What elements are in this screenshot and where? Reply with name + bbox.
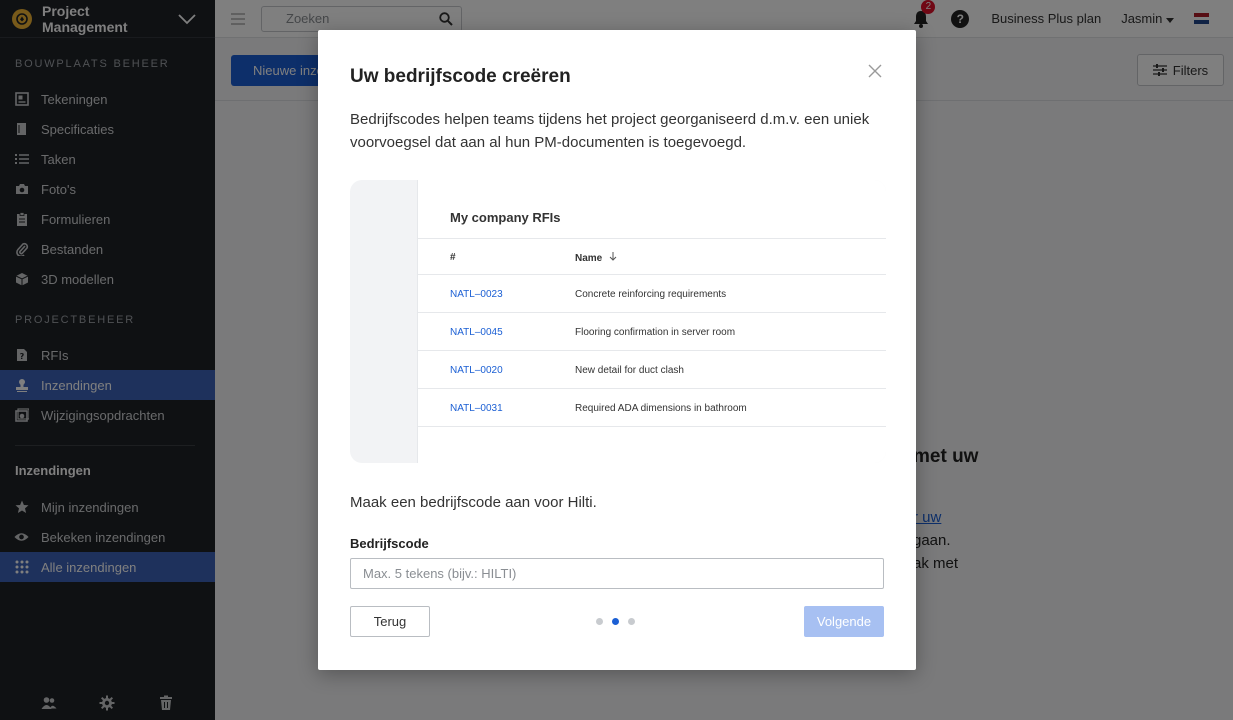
step-dot <box>628 618 635 625</box>
rfi-code: NATL–0031 <box>450 403 503 414</box>
rfi-name: New detail for duct clash <box>575 365 684 376</box>
back-button[interactable]: Terug <box>350 606 430 637</box>
next-button[interactable]: Volgende <box>804 606 884 637</box>
arrow-down-icon <box>609 252 617 261</box>
modal-prompt: Maak een bedrijfscode aan voor Hilti. <box>350 494 597 511</box>
table-row: NATL–0020 New detail for duct clash <box>418 351 886 389</box>
step-indicator <box>596 618 644 625</box>
rfi-code: NATL–0023 <box>450 289 503 300</box>
company-code-input[interactable] <box>350 558 884 589</box>
rfi-name: Required ADA dimensions in bathroom <box>575 403 747 414</box>
modal-title: Uw bedrijfscode creëren <box>350 66 571 87</box>
column-name: Name <box>575 252 617 264</box>
rfi-illustration: My company RFIs # Name NATL–0023 Concret… <box>350 180 886 463</box>
illustration-title: My company RFIs <box>450 210 561 225</box>
rfi-name: Flooring confirmation in server room <box>575 327 736 338</box>
illustration-panel: My company RFIs # Name NATL–0023 Concret… <box>417 180 886 463</box>
step-dot <box>596 618 603 625</box>
table-row: NATL–0023 Concrete reinforcing requireme… <box>418 275 886 313</box>
rfi-code: NATL–0045 <box>450 327 503 338</box>
modal-description: Bedrijfscodes helpen teams tijdens het p… <box>350 111 870 151</box>
step-dot-active <box>612 618 619 625</box>
illustration-table-header: # Name <box>418 238 886 275</box>
company-code-modal: Uw bedrijfscode creëren Bedrijfscodes he… <box>318 30 916 670</box>
rfi-name: Concrete reinforcing requirements <box>575 289 727 300</box>
column-number: # <box>450 252 456 263</box>
table-row: NATL–0031 Required ADA dimensions in bat… <box>418 389 886 427</box>
close-icon[interactable] <box>868 64 882 78</box>
company-code-label: Bedrijfscode <box>350 536 429 551</box>
table-row: NATL–0045 Flooring confirmation in serve… <box>418 313 886 351</box>
rfi-code: NATL–0020 <box>450 365 503 376</box>
